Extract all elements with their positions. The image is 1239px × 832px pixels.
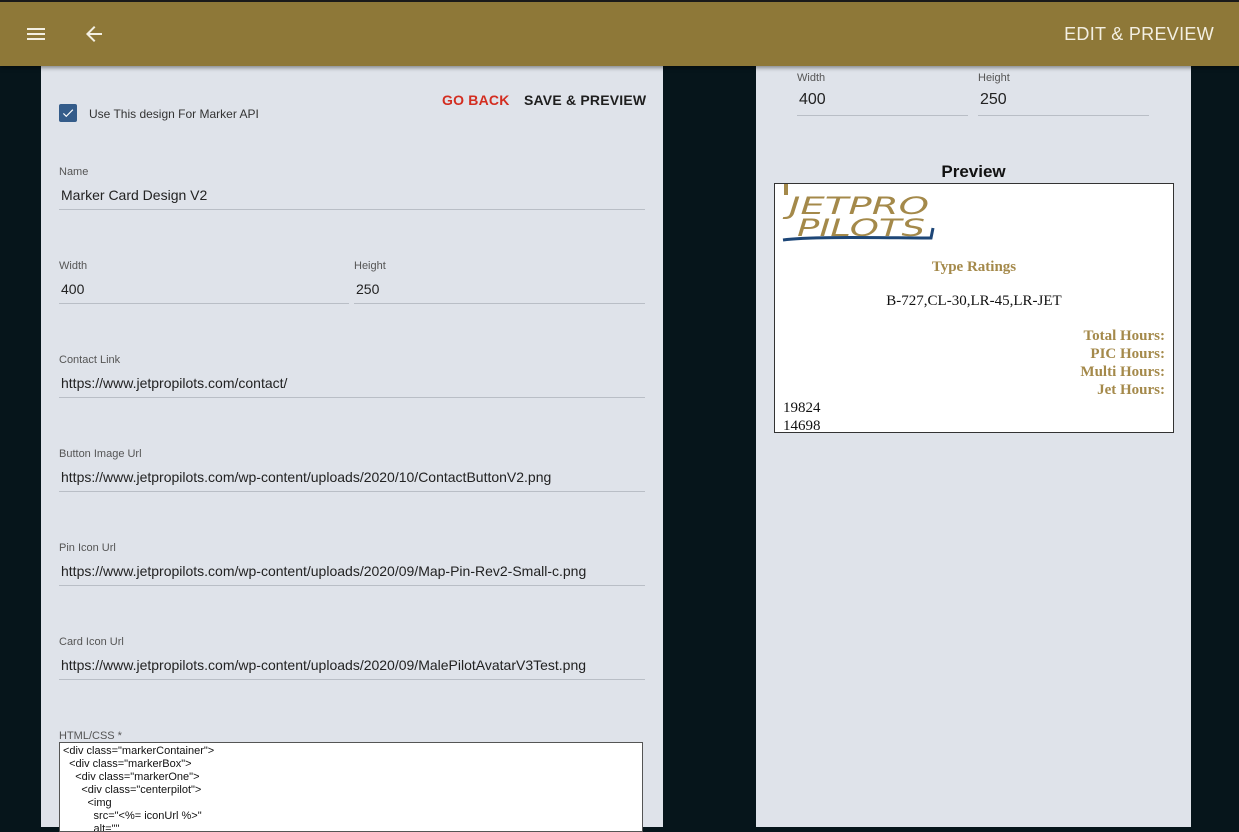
button-image-url-input[interactable]: https://www.jetpropilots.com/wp-content/…: [59, 467, 645, 492]
preview-width-label: Width: [797, 72, 826, 84]
contact-link-field: Contact Link https://www.jetpropilots.co…: [59, 354, 645, 398]
preview-height-field: Height 250: [978, 72, 1149, 116]
html-css-label: HTML/CSS *: [59, 730, 122, 742]
card-icon-url-input[interactable]: https://www.jetpropilots.com/wp-content/…: [59, 655, 645, 680]
name-label: Name: [59, 166, 89, 178]
hours-value-1: 19824: [783, 400, 821, 416]
preview-panel: Width 400 Height 250 Preview JETPRO PILO…: [756, 66, 1191, 827]
arrow-left-icon[interactable]: [82, 22, 106, 46]
design-form-panel: Use This design For Marker API GO BACK S…: [41, 66, 663, 832]
jet-hours-label: Jet Hours:: [1097, 382, 1165, 398]
preview-heading: Preview: [941, 162, 1006, 181]
height-field: Height 250: [354, 260, 645, 304]
type-ratings-value: B-727,CL-30,LR-45,LR-JET: [886, 293, 1062, 309]
height-label: Height: [354, 260, 386, 272]
use-for-marker-api-label: Use This design For Marker API: [89, 107, 259, 121]
hours-values: 19824 14698: [783, 399, 821, 433]
hours-value-2: 14698: [783, 418, 821, 433]
pin-icon-url-label: Pin Icon Url: [59, 542, 116, 554]
card-icon-url-field: Card Icon Url https://www.jetpropilots.c…: [59, 636, 645, 680]
button-image-url-field: Button Image Url https://www.jetpropilot…: [59, 448, 645, 492]
jetpro-pilots-logo: JETPRO PILOTS: [783, 184, 935, 242]
name-input[interactable]: Marker Card Design V2: [59, 185, 645, 210]
multi-hours-label: Multi Hours:: [1080, 364, 1165, 380]
html-css-field: HTML/CSS *: [59, 730, 645, 742]
width-label: Width: [59, 260, 88, 272]
button-image-url-label: Button Image Url: [59, 448, 142, 460]
pin-icon-url-input[interactable]: https://www.jetpropilots.com/wp-content/…: [59, 561, 645, 586]
name-field: Name Marker Card Design V2: [59, 166, 645, 210]
pin-icon-url-field: Pin Icon Url https://www.jetpropilots.co…: [59, 542, 645, 586]
card-icon-url-label: Card Icon Url: [59, 636, 124, 648]
contact-link-label: Contact Link: [59, 354, 121, 366]
save-preview-button[interactable]: SAVE & PREVIEW: [524, 92, 646, 108]
total-hours-label: Total Hours:: [1083, 328, 1165, 344]
width-input[interactable]: 400: [59, 279, 349, 304]
marker-card-preview: JETPRO PILOTS Type Ratings B-727,CL-30,L…: [774, 183, 1174, 433]
pic-hours-label: PIC Hours:: [1090, 346, 1165, 362]
preview-height-input[interactable]: 250: [978, 89, 1149, 116]
type-ratings-title: Type Ratings: [931, 259, 1017, 275]
preview-height-label: Height: [978, 72, 1010, 84]
page-title: EDIT & PREVIEW: [1064, 24, 1214, 44]
use-for-marker-api-checkbox[interactable]: [59, 104, 77, 122]
go-back-button[interactable]: GO BACK: [442, 92, 510, 108]
width-field: Width 400: [59, 260, 349, 304]
preview-width-field: Width 400: [797, 72, 968, 116]
check-icon: [62, 109, 74, 118]
hours-labels: Total Hours: PIC Hours: Multi Hours: Jet…: [1080, 327, 1165, 399]
contact-link-input[interactable]: https://www.jetpropilots.com/contact/: [59, 373, 645, 398]
preview-width-input[interactable]: 400: [797, 89, 968, 116]
html-css-textarea[interactable]: <div class="markerContainer"> <div class…: [59, 742, 643, 832]
app-bar: EDIT & PREVIEW: [0, 0, 1239, 66]
height-input[interactable]: 250: [354, 279, 645, 304]
marker-api-checkbox-row[interactable]: Use This design For Marker API: [59, 104, 259, 122]
hamburger-menu-icon[interactable]: [24, 22, 48, 46]
